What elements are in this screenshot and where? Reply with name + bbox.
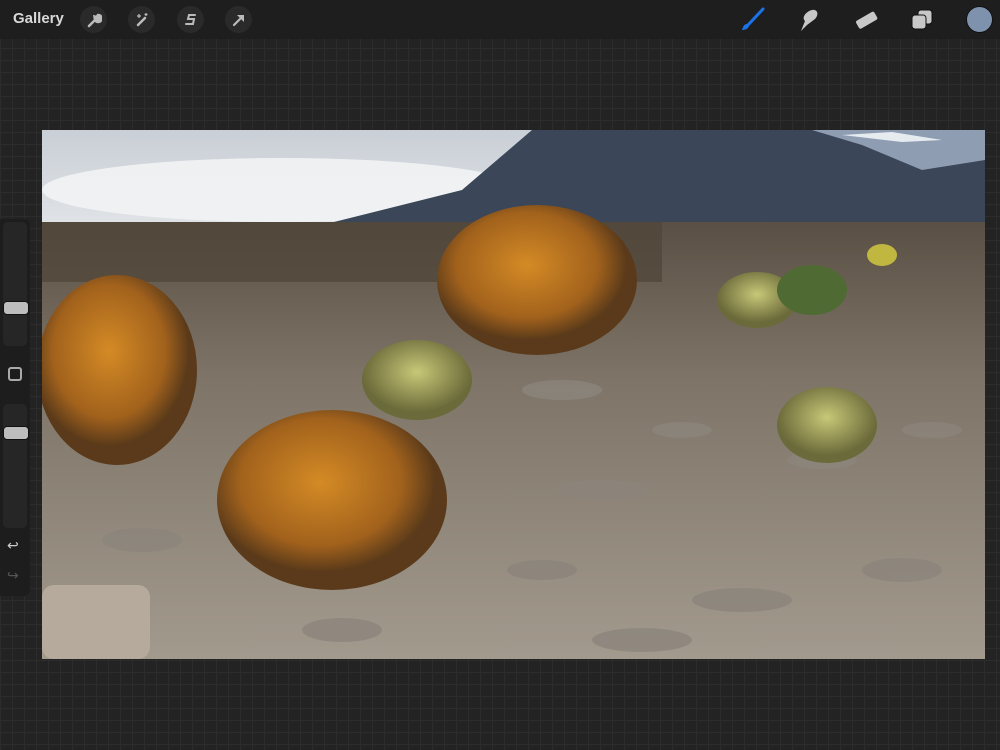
undo-icon[interactable]: ↩ <box>7 537 19 554</box>
opacity-thumb[interactable] <box>3 426 29 440</box>
top-toolbar: Gallery <box>0 0 1000 39</box>
actions-wrench-icon[interactable] <box>80 6 107 33</box>
redo-icon[interactable]: ↪ <box>7 567 19 584</box>
adjustments-magic-wand-icon[interactable] <box>128 6 155 33</box>
canvas-photo-landscape <box>42 130 985 659</box>
transform-arrow-icon[interactable] <box>225 6 252 33</box>
color-picker-swatch[interactable] <box>966 6 993 33</box>
layers-icon[interactable] <box>907 5 937 35</box>
modify-button-square-icon[interactable] <box>8 367 22 381</box>
smudge-icon[interactable] <box>793 5 823 35</box>
left-sidebar: ↩ ↪ <box>0 219 30 596</box>
brush-size-slider[interactable] <box>3 222 29 346</box>
eraser-icon[interactable] <box>851 5 881 35</box>
selection-icon[interactable] <box>177 6 204 33</box>
opacity-slider[interactable] <box>3 404 29 528</box>
brush-icon[interactable] <box>736 5 766 35</box>
gallery-button[interactable]: Gallery <box>13 10 64 27</box>
drawing-canvas[interactable] <box>42 130 985 659</box>
brush-size-thumb[interactable] <box>3 301 29 315</box>
